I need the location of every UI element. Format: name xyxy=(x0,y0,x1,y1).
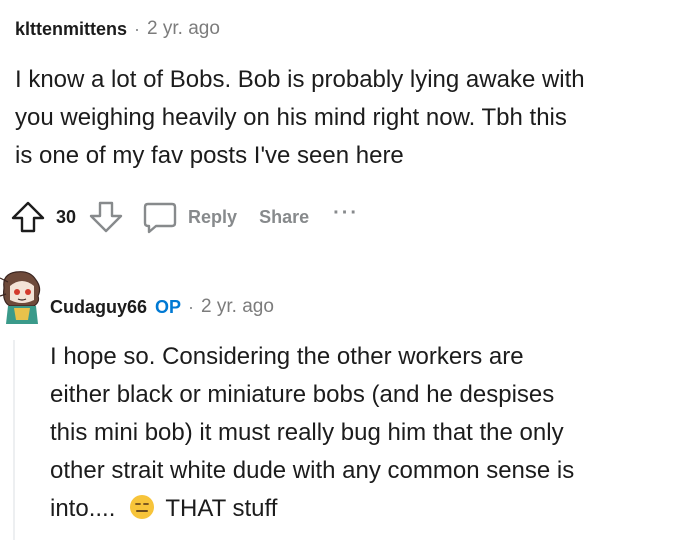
comment-text-segment: THAT stuff xyxy=(165,495,278,522)
share-button[interactable]: Share xyxy=(259,207,309,228)
thread-line[interactable] xyxy=(13,340,15,540)
meta-separator: · xyxy=(134,18,141,39)
op-badge: OP xyxy=(155,296,182,317)
comment-line: is one of my fav posts I've seen here xyxy=(15,142,404,169)
comment-line: this mini bob) it must really bug him th… xyxy=(50,419,564,446)
downvote-arrow-icon[interactable] xyxy=(88,199,124,235)
expressionless-face-emoji-icon xyxy=(129,494,155,520)
more-options-button[interactable]: ··· xyxy=(333,202,359,225)
comment-body: I hope so. Considering the other workers… xyxy=(50,338,574,528)
reply-chat-icon[interactable] xyxy=(142,199,178,235)
avatar[interactable] xyxy=(0,266,44,332)
reply-button[interactable]: Reply xyxy=(188,207,237,228)
comment-author[interactable]: Cudaguy66 xyxy=(50,297,147,318)
comment-line: other strait white dude with any common … xyxy=(50,457,575,484)
comment-body: I know a lot of Bobs. Bob is probably ly… xyxy=(15,61,585,175)
comment-line: either black or miniature bobs (and he d… xyxy=(50,381,555,408)
comment-line: you weighing heavily on his mind right n… xyxy=(15,104,567,131)
comment-author[interactable]: klttenmittens xyxy=(15,19,127,40)
comment-line: I know a lot of Bobs. Bob is probably ly… xyxy=(15,66,585,93)
upvote-arrow-icon[interactable] xyxy=(10,199,46,235)
comment-line-last: into.... THAT stuff xyxy=(50,490,574,528)
comment-meta: Cudaguy66 OP · 2 yr. ago xyxy=(50,296,274,318)
comment-timestamp[interactable]: 2 yr. ago xyxy=(147,18,220,40)
comment-text-segment: into.... xyxy=(50,495,116,522)
comment-timestamp[interactable]: 2 yr. ago xyxy=(201,296,274,318)
vote-count: 30 xyxy=(56,206,77,227)
comment-meta: klttenmittens · 2 yr. ago xyxy=(15,18,220,40)
meta-separator: · xyxy=(188,296,195,317)
comment-line: I hope so. Considering the other workers… xyxy=(50,343,524,370)
comment-actions: 30 Reply Share ··· xyxy=(10,199,359,235)
